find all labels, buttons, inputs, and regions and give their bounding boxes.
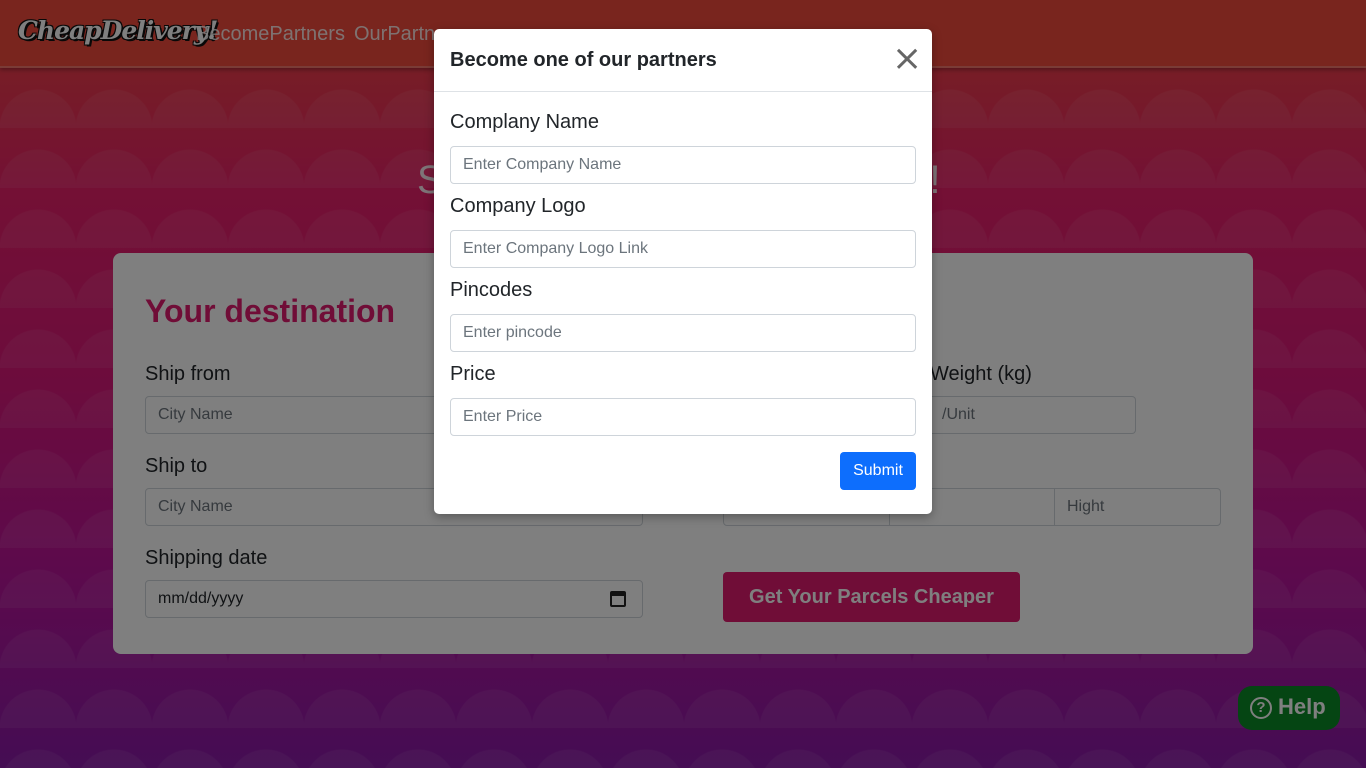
company-name-label: Complany Name <box>450 111 599 133</box>
company-logo-input[interactable] <box>450 230 916 268</box>
pincodes-label: Pincodes <box>450 279 533 301</box>
company-name-input[interactable] <box>450 146 916 184</box>
submit-button[interactable]: Submit <box>840 452 916 490</box>
pincode-input[interactable] <box>450 314 916 352</box>
modal-header: Become one of our partners × <box>434 29 932 92</box>
company-logo-label: Company Logo <box>450 195 586 217</box>
price-label: Price <box>450 363 496 385</box>
price-input[interactable] <box>450 398 916 436</box>
close-icon[interactable]: × <box>892 41 922 77</box>
partner-modal: Become one of our partners × Complany Na… <box>434 29 932 514</box>
modal-title: Become one of our partners <box>450 49 717 71</box>
